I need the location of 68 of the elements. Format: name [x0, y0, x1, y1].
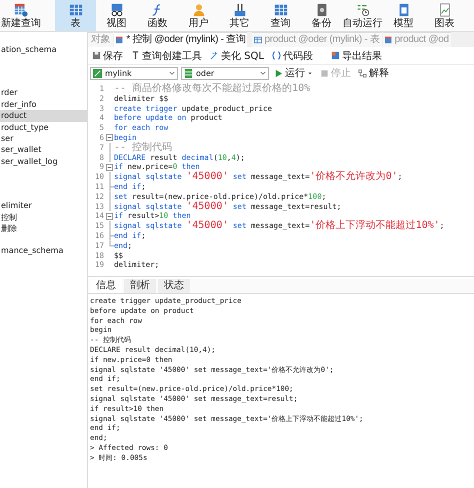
toolbar-button[interactable]: 代码段: [270, 48, 314, 62]
database-icon: [184, 68, 193, 78]
chart-icon: [438, 2, 452, 16]
tab-label: product @od: [394, 34, 449, 46]
chevron-icon: [260, 70, 266, 76]
table-glasses-icon: [110, 2, 124, 16]
connection-dropdown[interactable]: mylink: [90, 66, 178, 80]
toolbar-button[interactable]: 美化 SQL: [209, 48, 265, 62]
document-icon: [396, 2, 410, 16]
export-icon: [330, 51, 340, 60]
tree-item[interactable]: roduct: [0, 110, 87, 122]
tab[interactable]: 状态: [158, 279, 190, 293]
table-icon: [68, 2, 82, 16]
toolbar-button[interactable]: 保存: [91, 48, 124, 62]
toolbar-button[interactable]: 表: [55, 0, 96, 31]
table-icon: [384, 36, 393, 44]
toolbar-button[interactable]: 备份: [301, 0, 342, 31]
toolbar-button[interactable]: 视图: [96, 0, 137, 31]
toolbar-button[interactable]: 新建查询: [0, 0, 42, 31]
collapse-icon[interactable]: [106, 164, 113, 171]
tree-item[interactable]: ser_wallet: [0, 144, 87, 156]
tree-item[interactable]: rder_info: [0, 98, 87, 110]
diagram-icon: [358, 68, 367, 78]
caret-icon: [307, 70, 313, 76]
toolbar-button[interactable]: 查询: [260, 0, 301, 31]
tab-label: product @oder (mylink) - 表: [264, 34, 380, 46]
toolbar-button[interactable]: 图表: [424, 0, 465, 31]
user-icon: [192, 2, 206, 16]
tab-label: * 控制 @oder (mylink) - 查询: [126, 34, 246, 46]
sparkle-icon: [210, 51, 219, 60]
stop-icon: [320, 68, 329, 78]
table-icon: [116, 36, 124, 44]
connection-icon: [93, 68, 102, 78]
code-line: -- 控制代码: [114, 142, 172, 153]
toolbar-button[interactable]: 其它: [219, 0, 260, 31]
collapse-icon[interactable]: [106, 134, 113, 142]
toolbar-button[interactable]: 模型: [383, 0, 424, 31]
code-line: -- 商品价格修改每次不能超过原价格的10%: [114, 84, 310, 94]
toolbar-button[interactable]: 查询创建工具: [130, 48, 203, 62]
tree-item[interactable]: mance_schema: [0, 245, 87, 257]
toolbar-button[interactable]: 函数: [137, 0, 178, 31]
tree-item[interactable]: 删除: [0, 223, 87, 234]
collapse-icon[interactable]: [106, 212, 113, 220]
checklist-clock-icon: [356, 2, 370, 16]
tab-label: 对象: [91, 34, 110, 46]
toolbar-button[interactable]: 运行: [272, 66, 315, 80]
tab[interactable]: 信息: [90, 279, 122, 293]
tab[interactable]: 剖析: [124, 279, 156, 293]
chevron-icon: [169, 70, 175, 76]
table-icon: [254, 36, 262, 44]
tree-item[interactable]: elimiter: [0, 200, 87, 212]
tree-item[interactable]: ation_schema: [0, 44, 87, 56]
table-icon: [274, 2, 288, 16]
tree-item[interactable]: 控制: [0, 212, 87, 224]
tree-item[interactable]: roduct_type: [0, 122, 87, 134]
tab[interactable]: * 控制 @oder (mylink) - 查询: [114, 32, 248, 47]
toolbar-button[interactable]: 用户: [178, 0, 219, 31]
toolbar-button[interactable]: 导出结果: [330, 48, 383, 62]
toolbar-button[interactable]: 解释: [356, 66, 391, 80]
tree-item[interactable]: ser_wallet_log: [0, 156, 87, 168]
play-icon: [274, 68, 283, 78]
tree-item[interactable]: ser: [0, 133, 87, 144]
tree-item[interactable]: rder: [0, 87, 87, 99]
braces-icon: [272, 51, 281, 60]
floppy-icon: [92, 51, 101, 60]
database-dropdown[interactable]: oder: [181, 66, 269, 80]
toolbar-button[interactable]: 自动运行: [342, 0, 383, 31]
table-plus-icon: [14, 2, 28, 16]
